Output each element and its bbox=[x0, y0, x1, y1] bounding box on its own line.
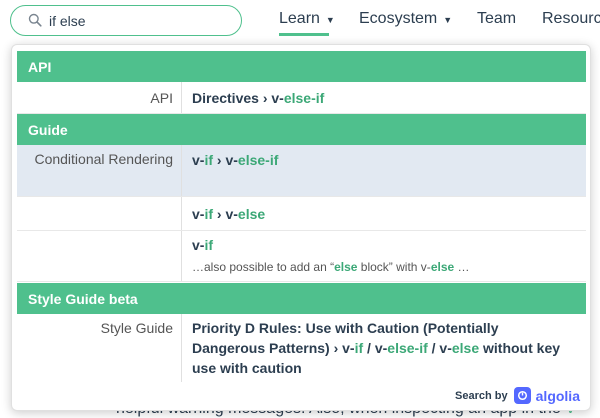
nav-learn-label: Learn bbox=[279, 10, 320, 27]
result-row-style-guide-priority-d[interactable]: Style Guide Priority D Rules: Use with C… bbox=[17, 314, 586, 382]
result-title: v-if › v-else bbox=[192, 206, 266, 222]
column-divider bbox=[181, 82, 182, 113]
column-divider bbox=[181, 145, 182, 196]
search-by-algolia[interactable]: Search by algolia bbox=[455, 387, 580, 404]
result-title: Directives › v-else-if bbox=[192, 90, 325, 106]
column-divider bbox=[181, 197, 182, 230]
result-title-line: use with caution bbox=[192, 360, 302, 376]
search-input[interactable] bbox=[49, 10, 229, 31]
result-row-guide-conditional-else-if[interactable]: Conditional Rendering v-if › v-else-if bbox=[17, 145, 586, 197]
result-subcategory: Style Guide bbox=[100, 320, 173, 336]
result-row-guide-v-if[interactable]: v-if …also possible to add an “else bloc… bbox=[17, 231, 586, 282]
result-row-api-directives[interactable]: API Directives › v-else-if bbox=[17, 82, 586, 114]
algolia-logo-icon bbox=[513, 387, 531, 404]
result-title-line: Dangerous Patterns) › v-if / v-else-if /… bbox=[192, 340, 561, 356]
search-box[interactable] bbox=[10, 5, 242, 36]
nav-resources[interactable]: Resourc bbox=[542, 10, 600, 28]
category-header-guide: Guide bbox=[17, 114, 586, 145]
result-snippet: …also possible to add an “else block” wi… bbox=[192, 260, 470, 274]
active-nav-underline bbox=[279, 33, 329, 36]
result-title: v-if › v-else-if bbox=[192, 152, 279, 168]
category-label: Style Guide beta bbox=[28, 290, 138, 307]
category-label: Guide bbox=[28, 121, 68, 138]
category-header-style-guide: Style Guide beta bbox=[17, 283, 586, 314]
result-title: Priority D Rules: Use with Caution (Pote… bbox=[192, 318, 560, 378]
nav-ecosystem-label: Ecosystem bbox=[359, 10, 438, 27]
nav-team[interactable]: Team bbox=[477, 10, 516, 28]
search-results-dropdown: API API Directives › v-else-if Guide Con… bbox=[11, 44, 591, 411]
chevron-down-icon: ▼ bbox=[325, 15, 335, 25]
result-subcategory: API bbox=[150, 90, 173, 106]
search-by-label: Search by bbox=[455, 389, 508, 402]
result-subcategory: Conditional Rendering bbox=[34, 151, 173, 167]
nav-team-label: Team bbox=[477, 10, 517, 27]
category-header-api: API bbox=[17, 51, 586, 82]
algolia-wordmark: algolia bbox=[535, 387, 580, 404]
result-title-line: Priority D Rules: Use with Caution (Pote… bbox=[192, 320, 499, 336]
nav-ecosystem[interactable]: Ecosystem ▼ bbox=[359, 10, 452, 28]
column-divider bbox=[181, 231, 182, 281]
nav-resources-label: Resourc bbox=[542, 10, 600, 27]
result-row-guide-else[interactable]: v-if › v-else bbox=[17, 197, 586, 231]
column-divider bbox=[181, 314, 182, 382]
nav-learn[interactable]: Learn ▼ bbox=[279, 10, 335, 28]
chevron-down-icon: ▼ bbox=[443, 15, 453, 25]
search-icon bbox=[28, 13, 42, 27]
category-label: API bbox=[28, 58, 52, 75]
result-title: v-if bbox=[192, 237, 214, 253]
